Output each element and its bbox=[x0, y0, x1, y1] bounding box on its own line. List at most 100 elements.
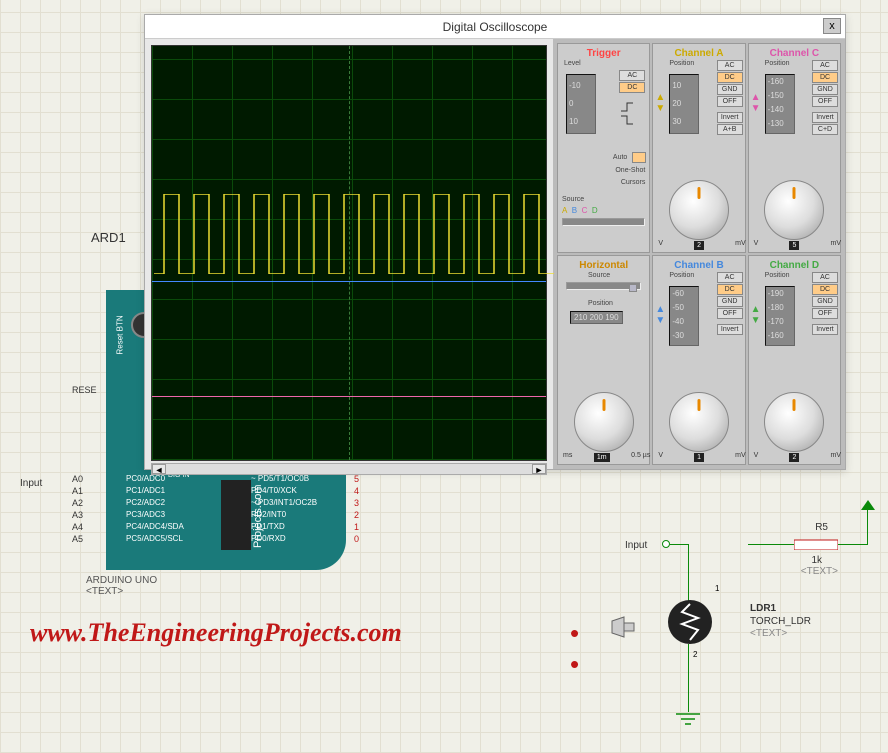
oneshot-label[interactable]: One-Shot bbox=[615, 167, 645, 174]
torch-icon[interactable] bbox=[610, 615, 642, 644]
wire-v1 bbox=[688, 544, 689, 602]
pin-a0: A0 bbox=[72, 474, 83, 484]
rpin2: ~ PD3/INT1/OC2B bbox=[251, 498, 317, 507]
wire-input bbox=[670, 544, 688, 545]
r5-text: <TEXT> bbox=[801, 566, 838, 577]
pin-a4: A4 bbox=[72, 522, 83, 532]
chd-position-slider[interactable]: -190 -180 -170 -160 bbox=[765, 286, 795, 346]
pin-a3: A3 bbox=[72, 510, 83, 520]
rnum2: 2 bbox=[354, 510, 359, 520]
horizontal-panel: Horizontal Source Position 210 200 190 m… bbox=[557, 255, 650, 465]
cha-ab-button[interactable]: A+B bbox=[717, 124, 743, 135]
horiz-title: Horizontal bbox=[561, 259, 646, 272]
chd-off-button[interactable]: OFF bbox=[812, 308, 838, 319]
pin-a5: A5 bbox=[72, 534, 83, 544]
horiz-ext-icon[interactable] bbox=[629, 284, 637, 292]
chd-readout: 2 bbox=[789, 453, 799, 462]
resistor-r5[interactable] bbox=[794, 538, 838, 550]
chc-vdiv-knob[interactable] bbox=[764, 180, 824, 240]
mcu-chip bbox=[221, 480, 251, 550]
ldr-text: <TEXT> bbox=[750, 628, 787, 639]
ldr-node2: 2 bbox=[693, 650, 697, 659]
oscilloscope-window[interactable]: Digital Oscilloscope x ◄ ► Trigger bbox=[144, 14, 846, 470]
rpin5: PD0/RXD bbox=[251, 534, 286, 543]
chd-gnd-button[interactable]: GND bbox=[812, 296, 838, 307]
scroll-left-button[interactable]: ◄ bbox=[152, 464, 166, 474]
horiz-position-readout[interactable]: 210 200 190 bbox=[570, 311, 623, 324]
r5-ref: R5 bbox=[815, 522, 828, 533]
channel-d-panel: Channel D Position -190 -180 -170 -160 ▲… bbox=[748, 255, 841, 465]
pin-adc0: PC0/ADC0 bbox=[126, 474, 165, 483]
chd-ac-button[interactable]: AC bbox=[812, 272, 838, 283]
pin-adc2: PC2/ADC2 bbox=[126, 498, 165, 507]
chb-dc-button[interactable]: DC bbox=[717, 284, 743, 295]
src-d[interactable]: D bbox=[592, 206, 598, 215]
trigger-ac-button[interactable]: AC bbox=[619, 70, 645, 81]
level-slider[interactable]: -10 0 10 bbox=[566, 74, 596, 134]
cursors-label[interactable]: Cursors bbox=[621, 179, 646, 186]
chd-marker-icon[interactable]: ▲▼ bbox=[751, 304, 761, 326]
source-slider[interactable] bbox=[562, 218, 645, 226]
chd-invert-button[interactable]: Invert bbox=[812, 324, 838, 335]
cha-vdiv-knob[interactable] bbox=[669, 180, 729, 240]
chb-position-slider[interactable]: -60 -50 -40 -30 bbox=[669, 286, 699, 346]
chc-invert-button[interactable]: Invert bbox=[812, 112, 838, 123]
channel-a-panel: Channel A Position 10 20 30 ▲▼ AC DC GND… bbox=[652, 43, 745, 253]
titlebar[interactable]: Digital Oscilloscope x bbox=[145, 15, 845, 39]
input-label-right: Input bbox=[625, 540, 647, 551]
window-title: Digital Oscilloscope bbox=[443, 20, 548, 34]
ldr-node1: 1 bbox=[715, 584, 719, 593]
chc-marker-icon[interactable]: ▲▼ bbox=[751, 92, 761, 114]
chb-invert-button[interactable]: Invert bbox=[717, 324, 743, 335]
chb-vdiv-knob[interactable] bbox=[669, 392, 729, 452]
chb-ac-button[interactable]: AC bbox=[717, 272, 743, 283]
src-b[interactable]: B bbox=[572, 206, 577, 215]
horiz-timebase-knob[interactable] bbox=[574, 392, 634, 452]
chd-dc-button[interactable]: DC bbox=[812, 284, 838, 295]
chd-vdiv-knob[interactable] bbox=[764, 392, 824, 452]
chc-cd-button[interactable]: C+D bbox=[812, 124, 838, 135]
rpin0: ~ PD5/T1/OC0B bbox=[251, 474, 309, 483]
edge-falling-icon[interactable] bbox=[619, 114, 641, 126]
rpin4: PD1/TXD bbox=[251, 522, 285, 531]
channel-c-panel: Channel C Position -160 -150 -140 -130 ▲… bbox=[748, 43, 841, 253]
cha-position-slider[interactable]: 10 20 30 bbox=[669, 74, 699, 134]
cha-marker-icon[interactable]: ▲▼ bbox=[655, 92, 665, 114]
rpin3: PD2/INT0 bbox=[251, 510, 286, 519]
edge-rising-icon[interactable] bbox=[619, 101, 641, 113]
chc-off-button[interactable]: OFF bbox=[812, 96, 838, 107]
chc-position-slider[interactable]: -160 -150 -140 -130 bbox=[765, 74, 795, 134]
src-c[interactable]: C bbox=[582, 206, 588, 215]
cha-off-button[interactable]: OFF bbox=[717, 96, 743, 107]
trace-chb bbox=[152, 281, 546, 282]
chb-gnd-button[interactable]: GND bbox=[717, 296, 743, 307]
watermark-dots: •• bbox=[570, 618, 581, 680]
ldr-component[interactable] bbox=[668, 600, 712, 644]
chc-ac-button[interactable]: AC bbox=[812, 60, 838, 71]
chb-off-button[interactable]: OFF bbox=[717, 308, 743, 319]
arduino-footer: ARDUINO UNO <TEXT> bbox=[86, 575, 157, 597]
auto-button[interactable] bbox=[632, 152, 646, 163]
chb-marker-icon[interactable]: ▲▼ bbox=[655, 304, 665, 326]
vcc-arrow-icon bbox=[861, 500, 875, 510]
cha-invert-button[interactable]: Invert bbox=[717, 112, 743, 123]
chb-title: Channel B bbox=[656, 259, 741, 272]
chb-mv: mV bbox=[735, 452, 746, 463]
trigger-dc-button[interactable]: DC bbox=[619, 82, 645, 93]
chd-pos-label: Position bbox=[765, 272, 790, 279]
src-a[interactable]: A bbox=[562, 206, 567, 215]
cha-dc-button[interactable]: DC bbox=[717, 72, 743, 83]
chc-gnd-button[interactable]: GND bbox=[812, 84, 838, 95]
level-label: Level bbox=[564, 60, 581, 67]
close-button[interactable]: x bbox=[823, 18, 841, 34]
cha-pos-label: Position bbox=[669, 60, 694, 67]
cha-ac-button[interactable]: AC bbox=[717, 60, 743, 71]
horizontal-scrollbar[interactable]: ◄ ► bbox=[151, 463, 547, 475]
cha-gnd-button[interactable]: GND bbox=[717, 84, 743, 95]
chc-readout: 5 bbox=[789, 241, 799, 250]
oscilloscope-screen[interactable] bbox=[151, 45, 547, 461]
chd-v: V bbox=[754, 452, 759, 463]
chc-dc-button[interactable]: DC bbox=[812, 72, 838, 83]
scroll-right-button[interactable]: ► bbox=[532, 464, 546, 474]
cha-readout: 2 bbox=[694, 241, 704, 250]
